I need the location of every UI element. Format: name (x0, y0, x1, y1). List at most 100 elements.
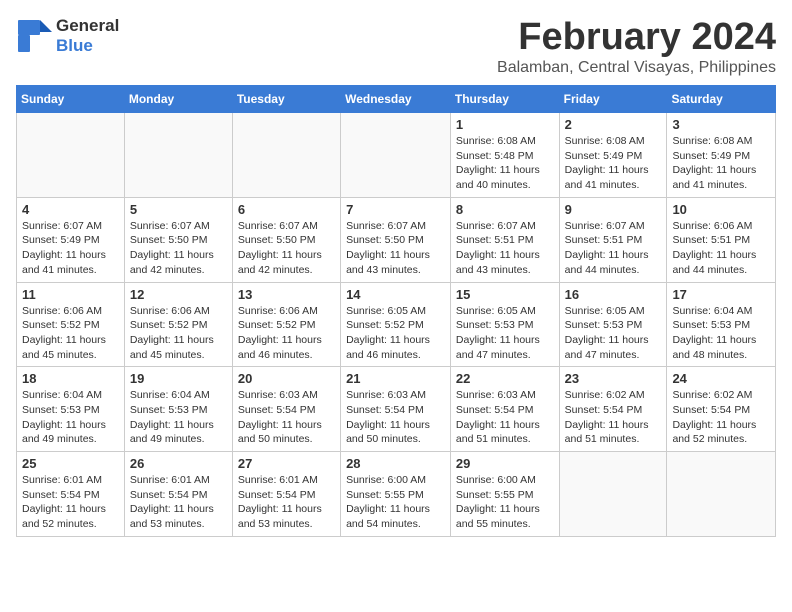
calendar-cell: 15 Sunrise: 6:05 AM Sunset: 5:53 PM Dayli… (450, 282, 559, 367)
day-number: 26 (130, 456, 227, 471)
day-number: 14 (346, 287, 445, 302)
month-title: February 2024 (497, 16, 776, 59)
calendar-cell: 10 Sunrise: 6:06 AM Sunset: 5:51 PM Dayli… (667, 197, 776, 282)
calendar-week-row: 4 Sunrise: 6:07 AM Sunset: 5:49 PM Daylig… (17, 197, 776, 282)
day-number: 21 (346, 371, 445, 386)
day-number: 1 (456, 117, 554, 132)
calendar-cell: 17 Sunrise: 6:04 AM Sunset: 5:53 PM Dayli… (667, 282, 776, 367)
day-info: Sunrise: 6:05 AM Sunset: 5:53 PM Dayligh… (456, 304, 554, 363)
calendar-cell (341, 113, 451, 198)
day-info: Sunrise: 6:08 AM Sunset: 5:49 PM Dayligh… (565, 134, 662, 193)
day-info: Sunrise: 6:03 AM Sunset: 5:54 PM Dayligh… (456, 388, 554, 447)
calendar-cell (124, 113, 232, 198)
day-info: Sunrise: 6:01 AM Sunset: 5:54 PM Dayligh… (238, 473, 335, 532)
calendar-cell: 3 Sunrise: 6:08 AM Sunset: 5:49 PM Daylig… (667, 113, 776, 198)
calendar-cell: 27Sunrise: 6:01 AM Sunset: 5:54 PM Dayli… (232, 452, 340, 537)
calendar-cell: 20 Sunrise: 6:03 AM Sunset: 5:54 PM Dayli… (232, 367, 340, 452)
calendar-header-row: SundayMondayTuesdayWednesdayThursdayFrid… (17, 86, 776, 113)
calendar-cell: 21 Sunrise: 6:03 AM Sunset: 5:54 PM Dayli… (341, 367, 451, 452)
calendar-cell: 9Sunrise: 6:07 AM Sunset: 5:51 PM Daylig… (559, 197, 667, 282)
day-number: 2 (565, 117, 662, 132)
calendar-cell: 6 Sunrise: 6:07 AM Sunset: 5:50 PM Daylig… (232, 197, 340, 282)
day-number: 22 (456, 371, 554, 386)
calendar-cell (232, 113, 340, 198)
day-info: Sunrise: 6:04 AM Sunset: 5:53 PM Dayligh… (672, 304, 770, 363)
day-info: Sunrise: 6:01 AM Sunset: 5:54 PM Dayligh… (130, 473, 227, 532)
day-number: 11 (22, 287, 119, 302)
day-number: 7 (346, 202, 445, 217)
day-info: Sunrise: 6:02 AM Sunset: 5:54 PM Dayligh… (672, 388, 770, 447)
calendar-cell (667, 452, 776, 537)
day-number: 8 (456, 202, 554, 217)
day-info: Sunrise: 6:07 AM Sunset: 5:50 PM Dayligh… (238, 219, 335, 278)
col-header-wednesday: Wednesday (341, 86, 451, 113)
logo-text: General Blue (56, 16, 119, 56)
col-header-saturday: Saturday (667, 86, 776, 113)
calendar-table: SundayMondayTuesdayWednesdayThursdayFrid… (16, 85, 776, 537)
day-info: Sunrise: 6:06 AM Sunset: 5:52 PM Dayligh… (22, 304, 119, 363)
calendar-cell: 12Sunrise: 6:06 AM Sunset: 5:52 PM Dayli… (124, 282, 232, 367)
logo-icon (16, 18, 52, 54)
calendar-cell (17, 113, 125, 198)
calendar-cell: 4 Sunrise: 6:07 AM Sunset: 5:49 PM Daylig… (17, 197, 125, 282)
logo-blue: Blue (56, 36, 93, 55)
calendar-cell: 19 Sunrise: 6:04 AM Sunset: 5:53 PM Dayli… (124, 367, 232, 452)
day-info: Sunrise: 6:01 AM Sunset: 5:54 PM Dayligh… (22, 473, 119, 532)
calendar-cell: 5Sunrise: 6:07 AM Sunset: 5:50 PM Daylig… (124, 197, 232, 282)
day-info: Sunrise: 6:07 AM Sunset: 5:49 PM Dayligh… (22, 219, 119, 278)
day-number: 19 (130, 371, 227, 386)
day-info: Sunrise: 6:04 AM Sunset: 5:53 PM Dayligh… (130, 388, 227, 447)
calendar-cell (559, 452, 667, 537)
day-number: 3 (672, 117, 770, 132)
calendar-cell: 18 Sunrise: 6:04 AM Sunset: 5:53 PM Dayli… (17, 367, 125, 452)
col-header-sunday: Sunday (17, 86, 125, 113)
day-info: Sunrise: 6:07 AM Sunset: 5:50 PM Dayligh… (130, 219, 227, 278)
calendar-cell: 2 Sunrise: 6:08 AM Sunset: 5:49 PM Daylig… (559, 113, 667, 198)
calendar-cell: 23Sunrise: 6:02 AM Sunset: 5:54 PM Dayli… (559, 367, 667, 452)
day-info: Sunrise: 6:05 AM Sunset: 5:53 PM Dayligh… (565, 304, 662, 363)
calendar-cell: 13 Sunrise: 6:06 AM Sunset: 5:52 PM Dayli… (232, 282, 340, 367)
day-number: 12 (130, 287, 227, 302)
day-number: 15 (456, 287, 554, 302)
day-info: Sunrise: 6:03 AM Sunset: 5:54 PM Dayligh… (346, 388, 445, 447)
col-header-thursday: Thursday (450, 86, 559, 113)
calendar-cell: 22 Sunrise: 6:03 AM Sunset: 5:54 PM Dayli… (450, 367, 559, 452)
day-info: Sunrise: 6:00 AM Sunset: 5:55 PM Dayligh… (456, 473, 554, 532)
day-number: 24 (672, 371, 770, 386)
calendar-week-row: 11 Sunrise: 6:06 AM Sunset: 5:52 PM Dayli… (17, 282, 776, 367)
day-info: Sunrise: 6:08 AM Sunset: 5:48 PM Dayligh… (456, 134, 554, 193)
day-info: Sunrise: 6:02 AM Sunset: 5:54 PM Dayligh… (565, 388, 662, 447)
day-info: Sunrise: 6:04 AM Sunset: 5:53 PM Dayligh… (22, 388, 119, 447)
col-header-tuesday: Tuesday (232, 86, 340, 113)
day-info: Sunrise: 6:07 AM Sunset: 5:51 PM Dayligh… (456, 219, 554, 278)
day-info: Sunrise: 6:07 AM Sunset: 5:50 PM Dayligh… (346, 219, 445, 278)
day-info: Sunrise: 6:05 AM Sunset: 5:52 PM Dayligh… (346, 304, 445, 363)
day-info: Sunrise: 6:00 AM Sunset: 5:55 PM Dayligh… (346, 473, 445, 532)
location-title: Balamban, Central Visayas, Philippines (497, 59, 776, 77)
day-number: 10 (672, 202, 770, 217)
calendar-cell: 11 Sunrise: 6:06 AM Sunset: 5:52 PM Dayli… (17, 282, 125, 367)
day-number: 4 (22, 202, 119, 217)
day-info: Sunrise: 6:06 AM Sunset: 5:52 PM Dayligh… (238, 304, 335, 363)
day-info: Sunrise: 6:07 AM Sunset: 5:51 PM Dayligh… (565, 219, 662, 278)
logo-general: General (56, 16, 119, 35)
calendar-cell: 7 Sunrise: 6:07 AM Sunset: 5:50 PM Daylig… (341, 197, 451, 282)
day-number: 20 (238, 371, 335, 386)
col-header-friday: Friday (559, 86, 667, 113)
day-number: 6 (238, 202, 335, 217)
calendar-cell: 29 Sunrise: 6:00 AM Sunset: 5:55 PM Dayli… (450, 452, 559, 537)
day-number: 18 (22, 371, 119, 386)
calendar-week-row: 1 Sunrise: 6:08 AM Sunset: 5:48 PM Daylig… (17, 113, 776, 198)
day-number: 17 (672, 287, 770, 302)
day-info: Sunrise: 6:08 AM Sunset: 5:49 PM Dayligh… (672, 134, 770, 193)
calendar-cell: 1 Sunrise: 6:08 AM Sunset: 5:48 PM Daylig… (450, 113, 559, 198)
day-info: Sunrise: 6:03 AM Sunset: 5:54 PM Dayligh… (238, 388, 335, 447)
calendar-week-row: 25Sunrise: 6:01 AM Sunset: 5:54 PM Dayli… (17, 452, 776, 537)
col-header-monday: Monday (124, 86, 232, 113)
day-number: 29 (456, 456, 554, 471)
calendar-cell: 25Sunrise: 6:01 AM Sunset: 5:54 PM Dayli… (17, 452, 125, 537)
calendar-cell: 16Sunrise: 6:05 AM Sunset: 5:53 PM Dayli… (559, 282, 667, 367)
calendar-cell: 26 Sunrise: 6:01 AM Sunset: 5:54 PM Dayli… (124, 452, 232, 537)
day-number: 13 (238, 287, 335, 302)
day-info: Sunrise: 6:06 AM Sunset: 5:51 PM Dayligh… (672, 219, 770, 278)
